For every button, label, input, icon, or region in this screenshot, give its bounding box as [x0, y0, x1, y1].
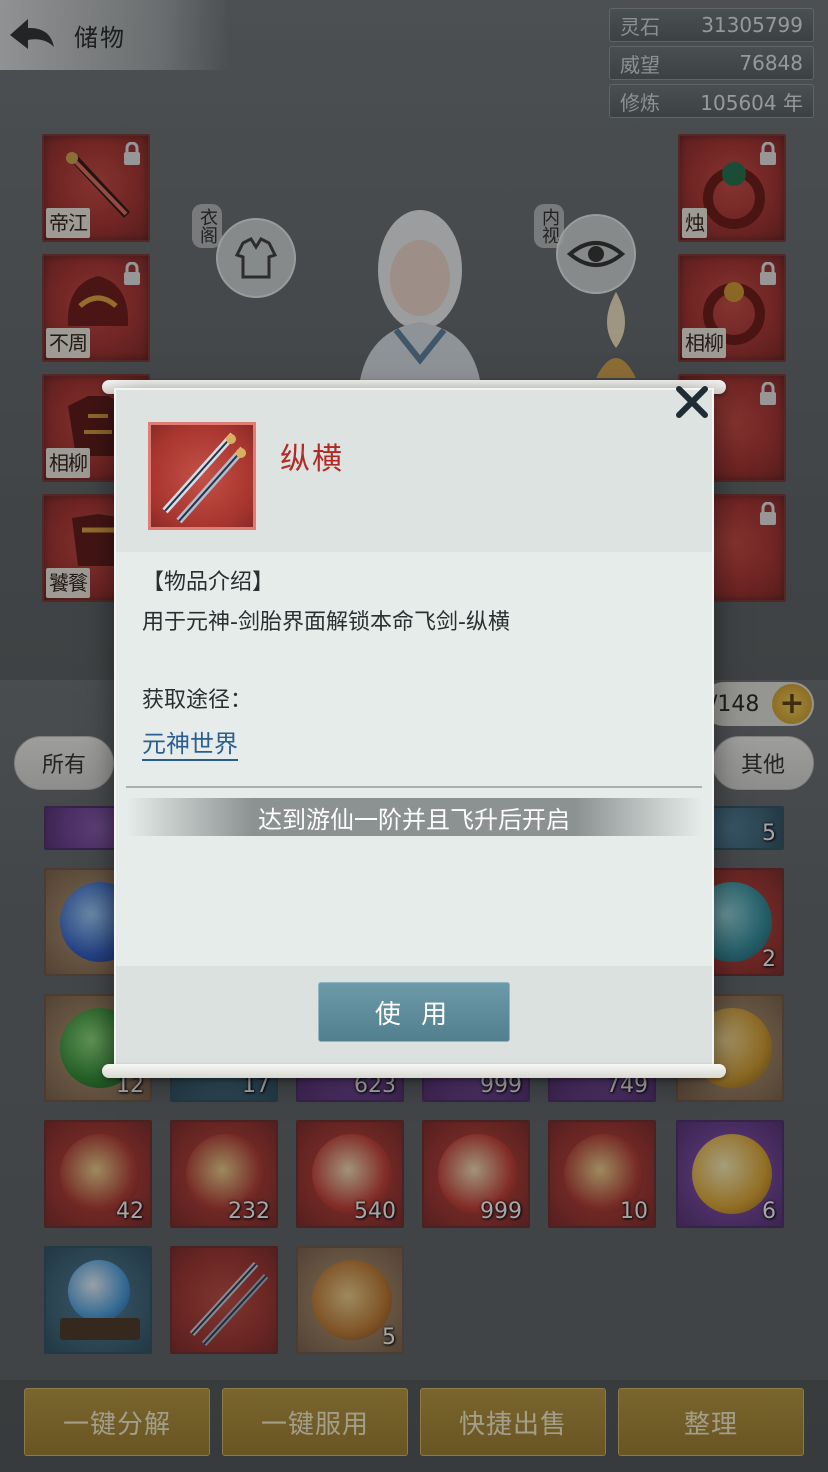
item-detail-icon — [148, 422, 256, 530]
source-heading: 获取途径： — [142, 688, 253, 713]
scroll-rod-bottom — [102, 1064, 726, 1078]
source-link[interactable]: 元神世界 — [142, 724, 238, 761]
close-icon[interactable] — [674, 384, 710, 420]
description-heading: 【物品介绍】 — [142, 570, 275, 595]
use-button[interactable]: 使 用 — [318, 982, 510, 1042]
description-text: 用于元神-剑胎界面解锁本命飞剑-纵横 — [142, 610, 510, 635]
unlock-condition: 达到游仙一阶并且飞升后开启 — [126, 798, 702, 836]
modal-header: 纵横 — [116, 390, 712, 552]
twin-swords-icon — [162, 432, 246, 524]
modal-footer: 使 用 — [116, 966, 712, 1070]
divider — [126, 786, 702, 788]
item-name: 纵横 — [280, 442, 344, 477]
item-detail-modal: 纵横 【物品介绍】 用于元神-剑胎界面解锁本命飞剑-纵横 获取途径： 元神世界 … — [116, 390, 712, 1070]
